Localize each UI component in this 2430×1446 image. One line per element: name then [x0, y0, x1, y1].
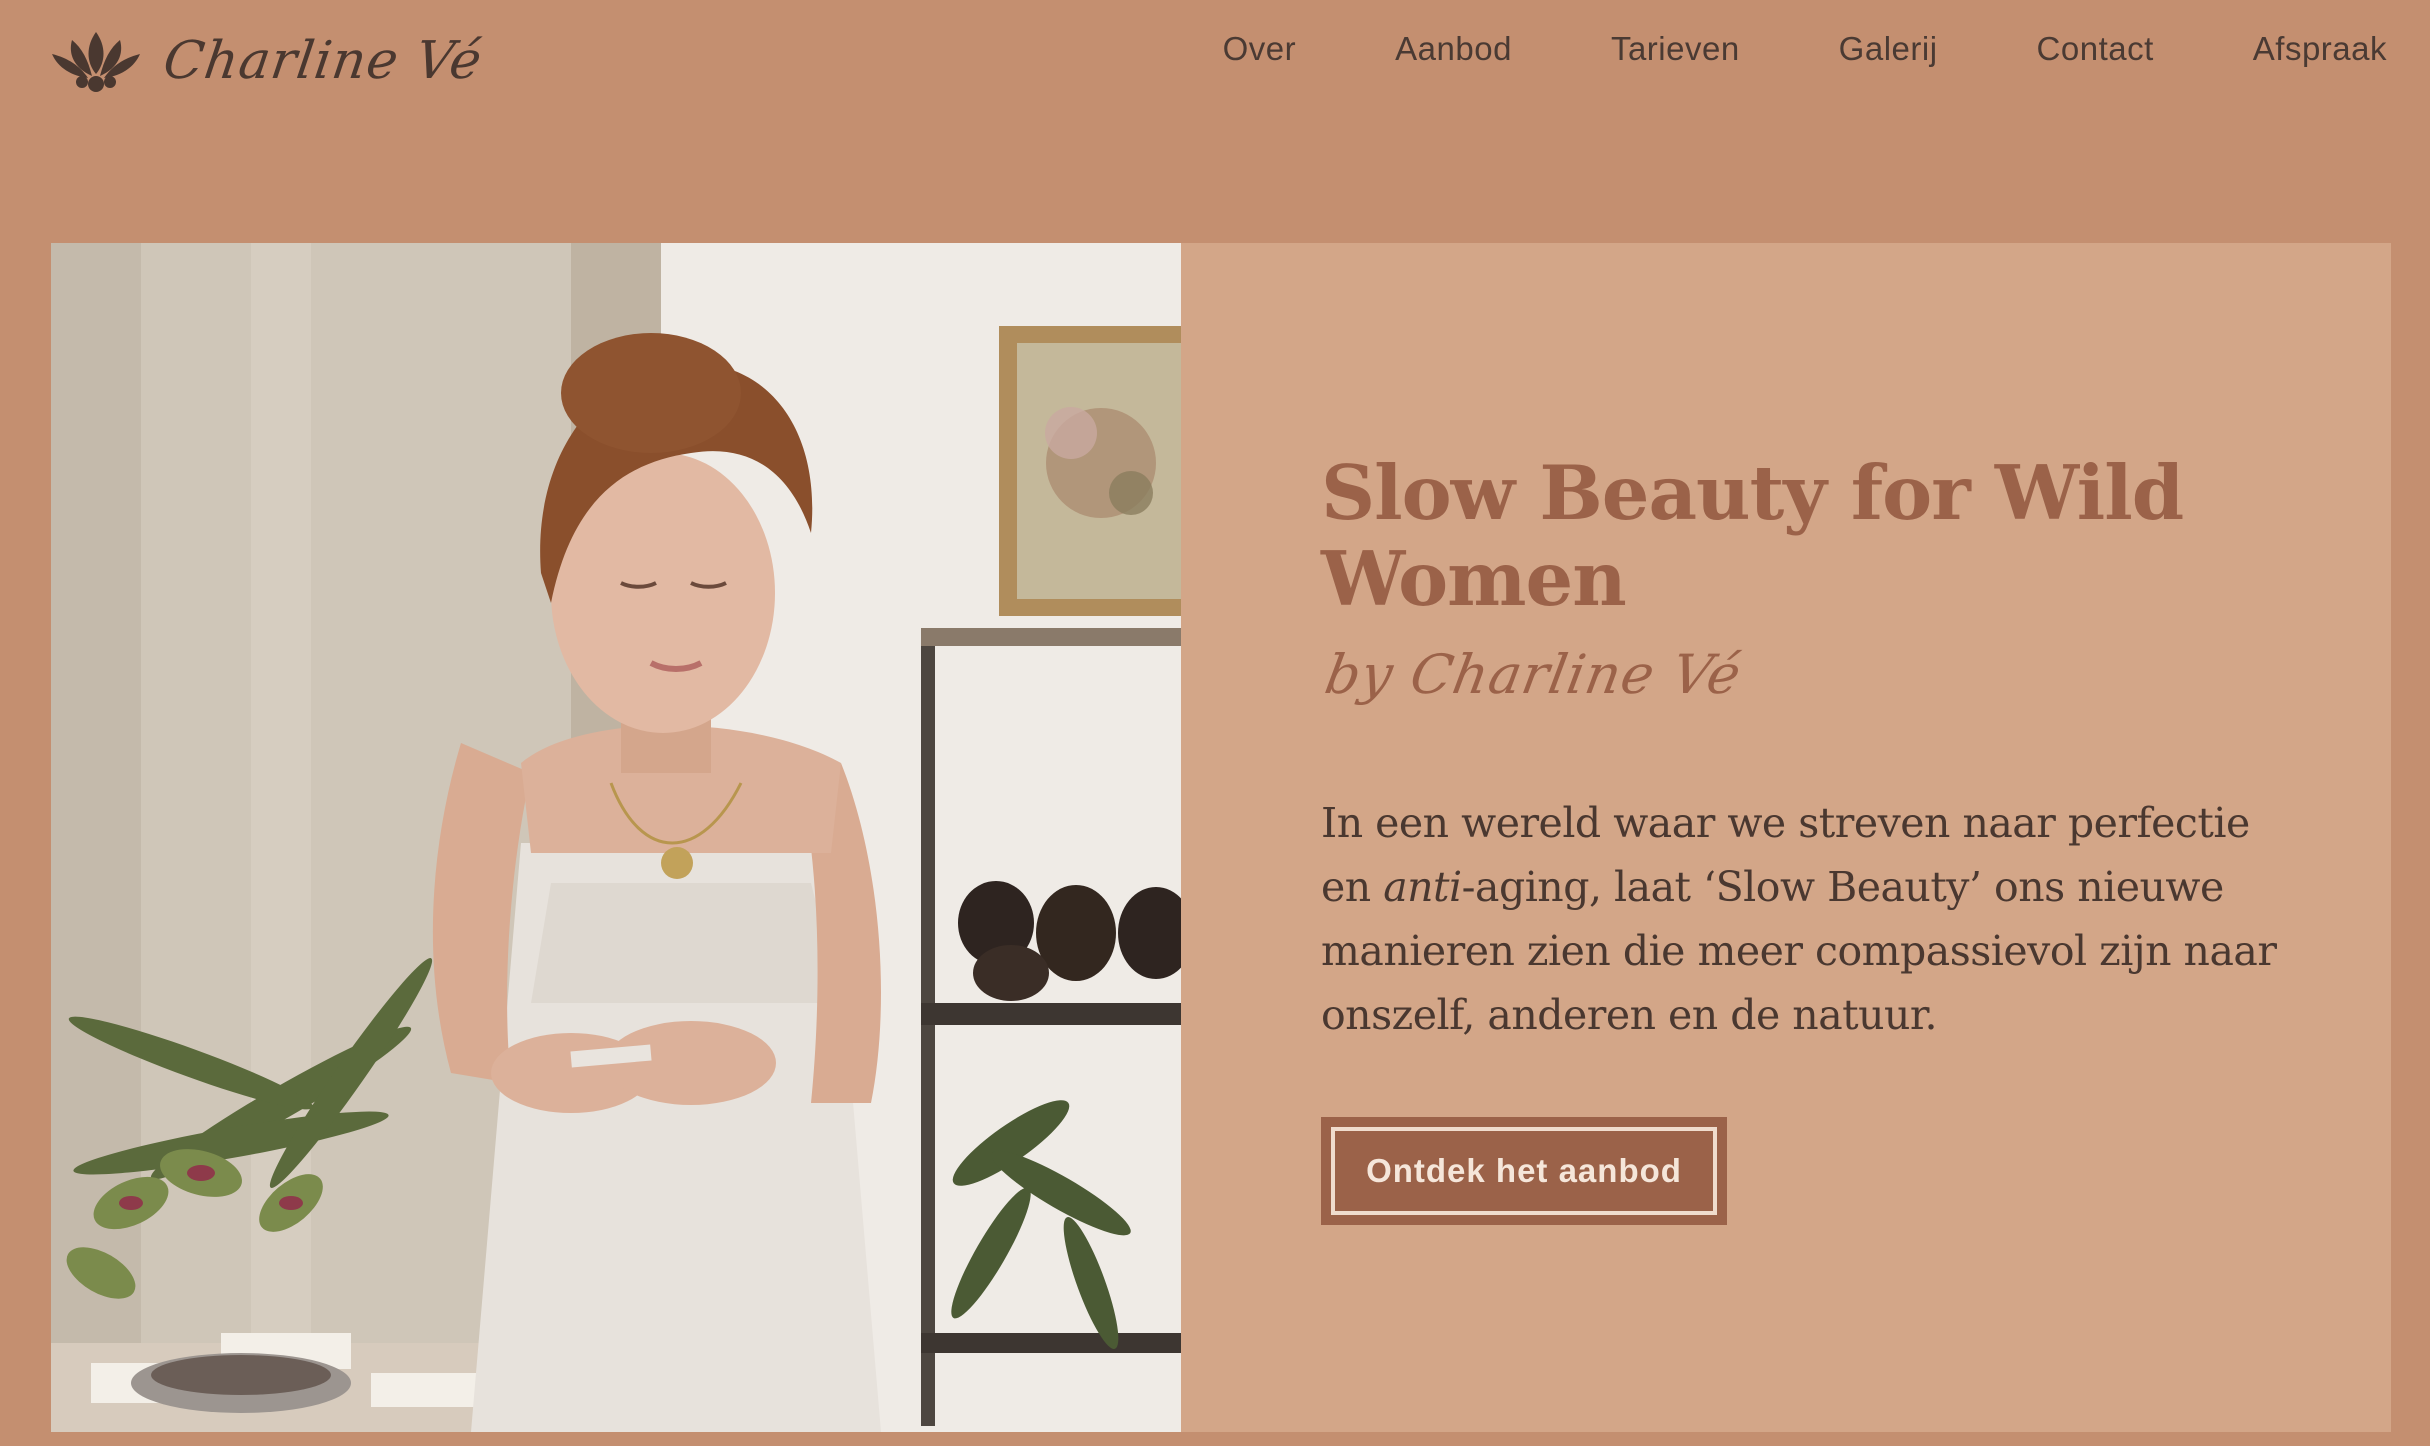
woman-in-studio-photo [51, 243, 1181, 1432]
nav-item-galerij[interactable]: Galerij [1839, 30, 1938, 68]
hero-byline: by Charline Vé [1320, 643, 1747, 706]
page: Charline Vé Over Aanbod Tarieven Galerij… [0, 0, 2430, 1446]
hero-body-rest: -aging, laat ‘Slow Beauty’ ons nieuwe ma… [1321, 863, 2277, 1039]
nav-item-tarieven[interactable]: Tarieven [1611, 30, 1740, 68]
hero-panel: Slow Beauty for Wild Women by Charline V… [1181, 243, 2391, 1432]
main-nav: Over Aanbod Tarieven Galerij Contact Afs… [1223, 30, 2387, 68]
nav-item-contact[interactable]: Contact [2037, 30, 2154, 68]
logo-link[interactable]: Charline Vé [50, 28, 486, 94]
cta-button[interactable]: Ontdek het aanbod [1321, 1117, 1727, 1225]
logo-text: Charline Vé [159, 31, 486, 91]
hero-photo [51, 243, 1181, 1432]
nav-item-over[interactable]: Over [1223, 30, 1297, 68]
nav-item-afspraak[interactable]: Afspraak [2253, 30, 2387, 68]
lotus-icon [52, 32, 140, 92]
hero-body-emphasis: anti [1383, 863, 1462, 911]
hero-body: In een wereld waar we streven naar perfe… [1321, 791, 2281, 1047]
nav-item-aanbod[interactable]: Aanbod [1395, 30, 1512, 68]
hero-title: Slow Beauty for Wild Women [1321, 449, 2184, 623]
cta-button-label: Ontdek het aanbod [1331, 1127, 1717, 1215]
site-header: Charline Vé Over Aanbod Tarieven Galerij… [0, 0, 2430, 120]
